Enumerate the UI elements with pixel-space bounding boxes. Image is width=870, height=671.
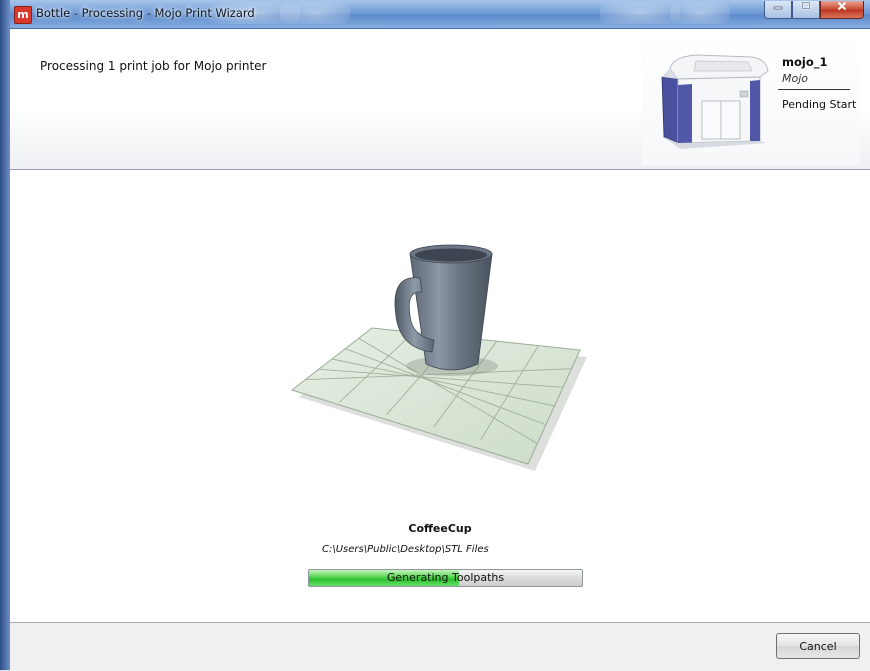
printer-name: mojo_1 xyxy=(782,55,828,69)
maximize-icon xyxy=(801,1,811,10)
minimize-icon xyxy=(773,6,783,10)
printer-card: mojo_1 Mojo Pending Start xyxy=(642,33,860,165)
printer-model: Mojo xyxy=(782,72,809,85)
job-content: CoffeeCup C:\Users\Public\Desktop\STL Fi… xyxy=(10,170,870,622)
printer-divider xyxy=(778,89,850,90)
title-glow xyxy=(670,2,730,24)
title-bar[interactable]: m Bottle - Processing - Mojo Print Wizar… xyxy=(10,0,870,29)
file-path: C:\Users\Public\Desktop\STL Files xyxy=(322,544,489,555)
file-name: CoffeeCup xyxy=(408,522,472,535)
minimize-button[interactable] xyxy=(764,1,792,19)
wizard-footer: Cancel xyxy=(10,622,870,671)
wizard-window: m Bottle - Processing - Mojo Print Wizar… xyxy=(10,0,870,671)
cancel-button[interactable]: Cancel xyxy=(776,633,860,659)
close-button[interactable] xyxy=(820,1,864,19)
desktop-edge xyxy=(0,0,10,670)
coffee-cup-3d-model xyxy=(290,244,587,471)
maximize-button[interactable] xyxy=(792,1,820,19)
wizard-header: Processing 1 print job for Mojo printer xyxy=(10,29,870,170)
header-title: Processing 1 print job for Mojo printer xyxy=(40,59,267,73)
printer-status: Pending Start xyxy=(782,98,857,111)
title-glow xyxy=(600,2,680,24)
app-logo-icon[interactable]: m xyxy=(14,6,32,24)
close-icon xyxy=(837,1,847,11)
title-glow xyxy=(280,2,350,24)
window-controls xyxy=(764,1,864,21)
printer-icon xyxy=(661,54,769,149)
processing-progress-bar: Generating Toolpaths xyxy=(308,569,583,587)
window-title: Bottle - Processing - Mojo Print Wizard xyxy=(36,6,255,20)
progress-label: Generating Toolpaths xyxy=(386,571,505,584)
